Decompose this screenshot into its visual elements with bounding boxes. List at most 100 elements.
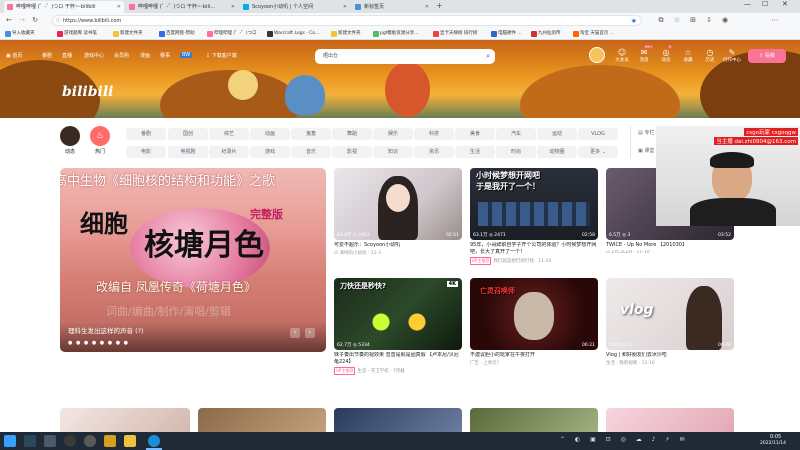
search-icon[interactable]: ⌕ bbox=[486, 49, 490, 64]
carousel-next-button[interactable]: › bbox=[305, 328, 315, 338]
nav-anime[interactable]: 番剧 bbox=[42, 52, 52, 59]
profile-icon[interactable]: ◉ bbox=[720, 15, 730, 26]
carousel-dots[interactable]: ● ● ● ● ● ● ● ● bbox=[68, 340, 129, 346]
edge-icon[interactable] bbox=[148, 435, 160, 447]
channel-chip[interactable]: 美食 bbox=[455, 128, 495, 140]
avatar[interactable] bbox=[589, 47, 605, 63]
video-uploader[interactable]: UP主推荐 我们就是想打闹打钱 · 11-10 bbox=[470, 257, 598, 265]
channel-chip[interactable]: 电影 bbox=[126, 146, 166, 158]
channel-chip[interactable]: 汽车 bbox=[496, 128, 536, 140]
channel-chip[interactable]: 知识 bbox=[373, 146, 413, 158]
channel-chip[interactable]: 鬼畜 bbox=[291, 128, 331, 140]
video-card[interactable]: 小时候梦想开网吧 于是我开了一个！ 63.1万 ◎ 2471 02:58 95年… bbox=[470, 168, 598, 265]
channel-chip[interactable]: 生活 bbox=[455, 146, 495, 158]
channel-chip[interactable]: 纪录片 bbox=[209, 146, 249, 158]
bookmark-item[interactable]: 新建文件夹 bbox=[330, 29, 361, 39]
channel-chip[interactable]: 舞蹈 bbox=[332, 128, 372, 140]
bookmark-item[interactable]: 百度网盘-赞助 bbox=[158, 29, 195, 39]
favorites-button[interactable]: ☆ 收藏 bbox=[678, 48, 698, 63]
side-link-classroom[interactable]: ▣ 课堂 bbox=[638, 147, 654, 154]
channel-chip[interactable]: 音乐 bbox=[291, 146, 331, 158]
menu-dots-icon[interactable]: ⋯ bbox=[770, 15, 780, 26]
bookmark-item[interactable]: 淘宝 天猫首页 ... bbox=[572, 29, 614, 39]
bookmark-item[interactable]: 游戏题库 读书笔 bbox=[56, 29, 97, 39]
carousel-caption[interactable]: 理科生发出这样的声音 (?) bbox=[68, 325, 144, 335]
explorer-icon[interactable] bbox=[124, 435, 136, 447]
video-card[interactable]: vlog 0624 ◎ 11 06:24 Vlog | 和好朋友们去冰沙吃 生活… bbox=[606, 278, 734, 366]
channel-chip[interactable]: 运动 bbox=[537, 128, 577, 140]
close-icon[interactable]: ✕ bbox=[117, 1, 121, 13]
vip-button[interactable]: ☺ 大会员 bbox=[612, 48, 632, 63]
bookmark-item[interactable]: 导入收藏夹 bbox=[4, 29, 35, 39]
channel-chip[interactable]: 影视 bbox=[332, 146, 372, 158]
new-tab-button[interactable]: + bbox=[436, 1, 443, 10]
clock-date[interactable]: 2022/11/14 bbox=[760, 441, 786, 446]
upload-button[interactable]: ⇧ 投稿 bbox=[748, 49, 786, 63]
settings-icon[interactable] bbox=[84, 435, 96, 447]
video-card-partial[interactable] bbox=[198, 408, 326, 432]
nav-home[interactable]: ▣ 首页 bbox=[6, 52, 22, 59]
video-card-partial[interactable] bbox=[606, 408, 734, 432]
messages-button[interactable]: ✉ 消息 99+ bbox=[634, 45, 654, 63]
video-card-partial[interactable] bbox=[60, 408, 190, 432]
video-uploader[interactable]: ☑ 清纯的小幼叽 · 11-3 bbox=[334, 250, 462, 256]
nav-esports[interactable]: 赛事 bbox=[160, 52, 170, 59]
hot-entry[interactable]: ♨ 热门 bbox=[88, 126, 112, 155]
back-icon[interactable]: ← bbox=[4, 15, 14, 26]
channel-chip[interactable]: 资讯 bbox=[414, 146, 454, 158]
video-title[interactable]: 不建议胆小的玩家在午夜打开 bbox=[470, 352, 598, 359]
video-card[interactable]: 63.4万 ◎ 2453 02:51 可爱不超乐：Scoyoon小幼叽 ☑ 清纯… bbox=[334, 168, 462, 256]
more-channels-dropdown[interactable]: 更多 ⌄ bbox=[578, 146, 618, 158]
bookmark-item[interactable]: 九州仙剑传 bbox=[530, 29, 561, 39]
video-title[interactable]: 95年，小哥辞职自学子开个公司的体验？小时候梦想开网吧，长大了真开了一个！ bbox=[470, 242, 598, 256]
channel-chip[interactable]: 番剧 bbox=[126, 128, 166, 140]
minimize-icon[interactable]: — bbox=[744, 0, 751, 8]
featured-carousel[interactable]: 高中生物《细胞核的结构和功能》之歌 细胞 核塘月色 完整版 改编自 凤凰传奇《荷… bbox=[60, 168, 326, 352]
video-thumbnail[interactable]: 63.4万 ◎ 2453 02:51 bbox=[334, 168, 462, 240]
refresh-icon[interactable]: ↻ bbox=[30, 15, 40, 26]
tab-new[interactable]: 新标签页 ✕ bbox=[352, 1, 432, 13]
dynamics-button[interactable]: ◎ 动态 5 bbox=[656, 45, 676, 63]
extensions-icon[interactable]: ⧉ bbox=[656, 15, 666, 26]
video-thumbnail[interactable]: 亡灵召唤师 06:21 bbox=[470, 278, 598, 350]
bookmark-item[interactable]: 电脑硬件 ... bbox=[490, 29, 522, 39]
close-window-icon[interactable]: ✕ bbox=[782, 0, 788, 8]
nav-manga[interactable]: 漫画 bbox=[140, 52, 150, 59]
clock-time[interactable]: 0:05 bbox=[770, 434, 781, 440]
bookmark-item[interactable]: Warcraft Logs · Co... bbox=[266, 29, 319, 39]
video-uploader[interactable]: 广告 · 上青云? bbox=[470, 360, 598, 366]
steam-icon[interactable] bbox=[24, 435, 36, 447]
nav-download-client[interactable]: ⇩ 下载客户端 bbox=[206, 52, 237, 59]
side-link-column[interactable]: ▤ 专栏 bbox=[638, 129, 654, 136]
carousel-prev-button[interactable]: ‹ bbox=[290, 328, 300, 338]
maximize-icon[interactable]: ☐ bbox=[762, 0, 768, 8]
search-input[interactable]: 晒出仓 ⌕ bbox=[315, 49, 495, 64]
channel-chip[interactable]: 时尚 bbox=[496, 146, 536, 158]
video-title[interactable]: 妹子奏出节奏的视效果 音音是就是因真假 【卢本尼/贝尼龟224】 bbox=[334, 352, 462, 366]
forward-icon[interactable]: → bbox=[17, 15, 27, 26]
channel-chip[interactable]: VLOG bbox=[578, 128, 618, 140]
app-icon[interactable] bbox=[104, 435, 116, 447]
video-thumbnail[interactable]: 刀快还是秒快? 4K 62.7万 ◎ 5334 bbox=[334, 278, 462, 350]
video-card[interactable]: 刀快还是秒快? 4K 62.7万 ◎ 5334 妹子奏出节奏的视效果 音音是就是… bbox=[334, 278, 462, 375]
channel-chip[interactable]: 游戏 bbox=[250, 146, 290, 158]
nav-live[interactable]: 直播 bbox=[62, 52, 72, 59]
history-button[interactable]: ◷ 历史 bbox=[700, 48, 720, 63]
bookmark-item[interactable]: 哔哩哔哩 (゜-゜)つロ bbox=[206, 29, 257, 39]
task-view-icon[interactable] bbox=[44, 435, 56, 447]
dynamic-entry[interactable]: 动态 bbox=[58, 126, 82, 155]
channel-chip[interactable]: 娱乐 bbox=[373, 128, 413, 140]
tab-bilibili-2[interactable]: 哔哩哔哩 (゜-゜)つロ 干杯~-bili... ✕ bbox=[126, 1, 238, 13]
close-icon[interactable]: ✕ bbox=[343, 1, 347, 13]
channel-chip[interactable]: 电视剧 bbox=[168, 146, 208, 158]
bookmark-item[interactable]: 显卡天梯榜 排行榜 bbox=[432, 29, 477, 39]
downloads-icon[interactable]: ⇩ bbox=[704, 15, 714, 26]
video-title[interactable]: TWICE - Up No More 【201030】 bbox=[606, 242, 734, 249]
channel-chip[interactable]: 综艺 bbox=[209, 128, 249, 140]
creator-center-button[interactable]: ✎ 创作中心 bbox=[722, 48, 742, 63]
url-input[interactable]: ⓘ https://www.bilibili.com ★ bbox=[52, 15, 642, 26]
video-thumbnail[interactable]: 小时候梦想开网吧 于是我开了一个！ 63.1万 ◎ 2471 02:58 bbox=[470, 168, 598, 240]
video-card[interactable]: 亡灵召唤师 06:21 不建议胆小的玩家在午夜打开 广告 · 上青云? bbox=[470, 278, 598, 366]
bookmark-star-icon[interactable]: ★ bbox=[631, 16, 637, 26]
tab-scoyoon-space[interactable]: Scoyoon小幼叽 | 个人空间 ✕ bbox=[240, 1, 350, 13]
